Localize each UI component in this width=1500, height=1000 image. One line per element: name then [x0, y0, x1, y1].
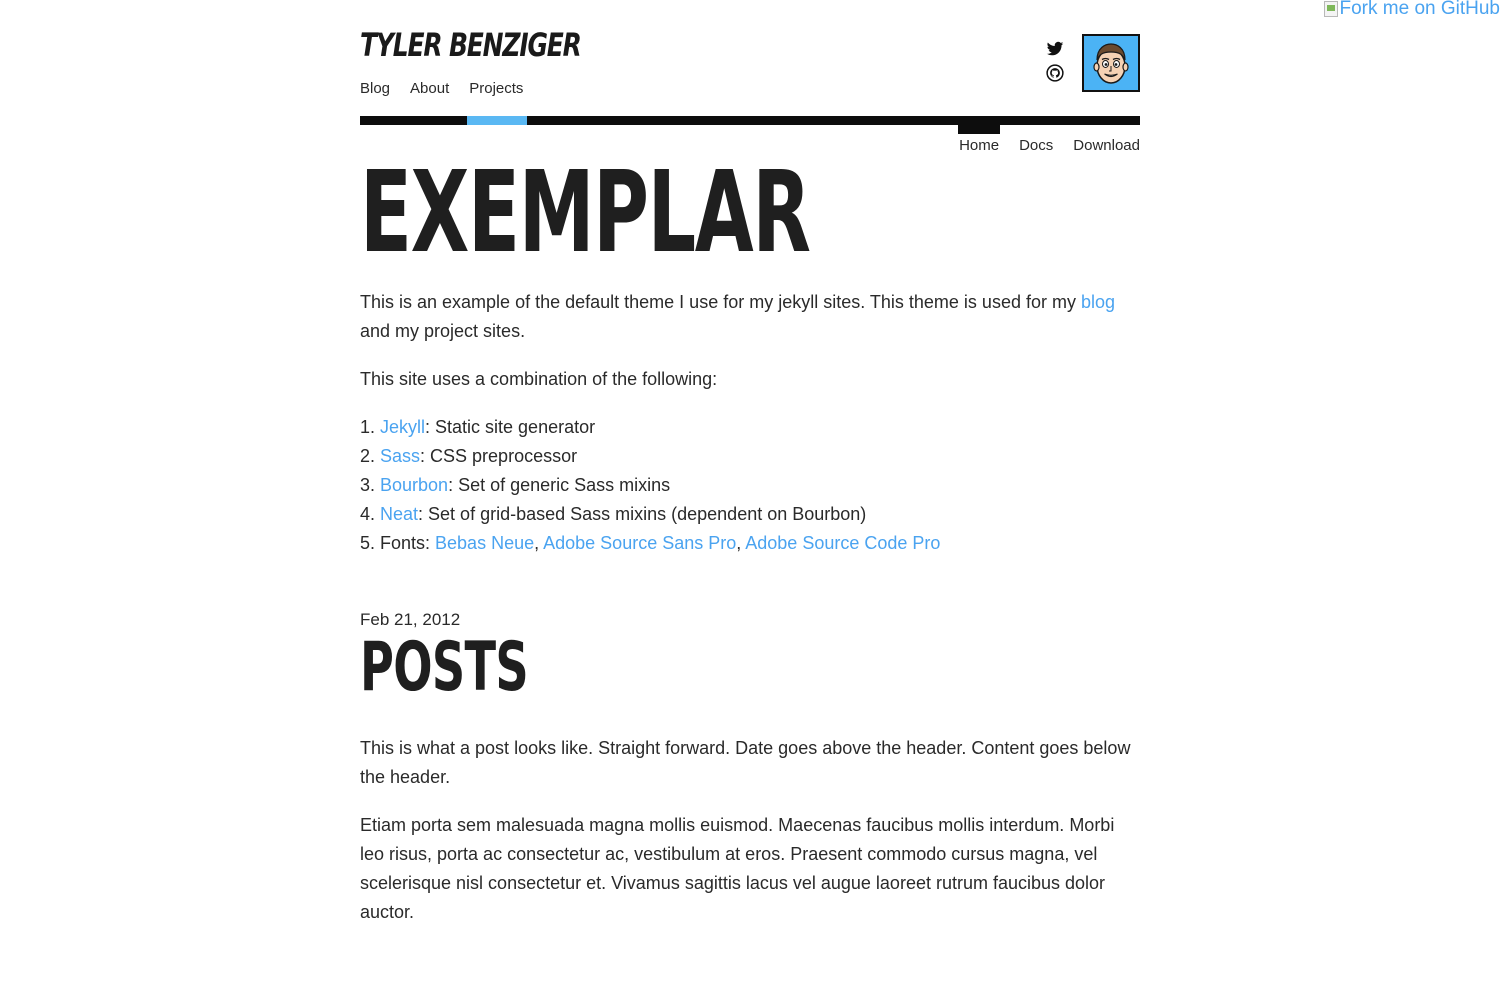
social-links	[1046, 40, 1064, 82]
list-item-text: : Static site generator	[425, 417, 596, 437]
bebas-neue-link[interactable]: Bebas Neue	[435, 533, 534, 553]
intro-paragraph: This is an example of the default theme …	[360, 288, 1140, 346]
source-sans-pro-link[interactable]: Adobe Source Sans Pro	[543, 533, 736, 553]
site-header: TYLER BENZIGER Blog About Projects	[360, 0, 1140, 116]
list-item: Bourbon: Set of generic Sass mixins	[380, 471, 1140, 500]
fork-me-on-github-link[interactable]: Fork me on GitHub	[1323, 0, 1500, 20]
avatar-cartoon-face-icon	[1084, 36, 1138, 90]
separator: ,	[736, 533, 746, 553]
site-nav: Blog About Projects	[360, 80, 523, 97]
list-item: Neat: Set of grid-based Sass mixins (dep…	[380, 500, 1140, 529]
blog-link[interactable]: blog	[1081, 292, 1115, 312]
source-code-pro-link[interactable]: Adobe Source Code Pro	[745, 533, 940, 553]
fonts-prefix: Fonts:	[380, 533, 436, 553]
list-item-text: : Set of grid-based Sass mixins (depende…	[418, 504, 867, 524]
intro-text-before: This is an example of the default theme …	[360, 292, 1081, 312]
project-nav-download[interactable]: Download	[1073, 137, 1140, 154]
post-paragraph: This is what a post looks like. Straight…	[360, 738, 1131, 787]
sass-link[interactable]: Sass	[380, 446, 420, 466]
github-icon[interactable]	[1046, 64, 1064, 82]
post-title: POSTS	[360, 628, 529, 707]
nav-link-blog[interactable]: Blog	[360, 80, 390, 97]
post-paragraph: Etiam porta sem malesuada magna mollis e…	[360, 815, 1115, 922]
header-divider-bar	[360, 116, 1140, 125]
neat-link[interactable]: Neat	[380, 504, 418, 524]
list-item: Sass: CSS preprocessor	[380, 442, 1140, 471]
list-item: Jekyll: Static site generator	[380, 413, 1140, 442]
avatar[interactable]	[1082, 34, 1140, 92]
jekyll-link[interactable]: Jekyll	[380, 417, 425, 437]
fork-me-on-github-alt-text: Fork me on GitHub	[1339, 0, 1500, 19]
list-item-text: : Set of generic Sass mixins	[448, 475, 671, 495]
active-section-indicator	[467, 116, 527, 125]
page-container: TYLER BENZIGER Blog About Projects Home …	[360, 0, 1140, 927]
post: Feb 21, 2012 POSTS This is what a post l…	[360, 608, 1140, 927]
separator: ,	[534, 533, 544, 553]
intro-text-after: and my project sites.	[360, 321, 526, 341]
main-content: EXEMPLAR This is an example of the defau…	[360, 157, 1140, 927]
list-item: Fonts: Bebas Neue, Adobe Source Sans Pro…	[380, 529, 1140, 558]
nav-link-about[interactable]: About	[410, 80, 449, 97]
tools-list: Jekyll: Static site generator Sass: CSS …	[360, 413, 1140, 558]
bourbon-link[interactable]: Bourbon	[380, 475, 448, 495]
list-item-text: : CSS preprocessor	[420, 446, 578, 466]
uses-paragraph: This site uses a combination of the foll…	[360, 369, 718, 389]
project-nav-home[interactable]: Home	[959, 137, 999, 154]
broken-image-icon	[1323, 1, 1338, 17]
project-nav-docs[interactable]: Docs	[1019, 137, 1053, 154]
page-title: EXEMPLAR	[360, 148, 811, 278]
twitter-icon[interactable]	[1046, 40, 1064, 58]
site-title[interactable]: TYLER BENZIGER	[360, 26, 582, 64]
nav-link-projects[interactable]: Projects	[469, 80, 523, 97]
active-tab-indicator	[958, 125, 1000, 134]
